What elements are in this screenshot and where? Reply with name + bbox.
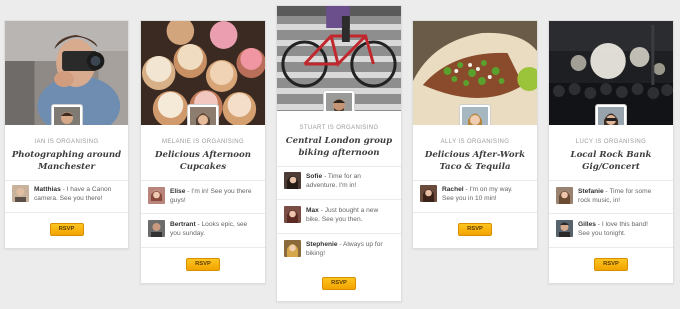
commenter-avatar[interactable] — [284, 240, 301, 257]
divider — [549, 247, 673, 248]
commenter-avatar[interactable] — [420, 185, 437, 202]
commenter-name: Gilles — [578, 221, 596, 228]
event-photo-tacos — [413, 21, 537, 125]
event-title[interactable]: Central London group biking afternoon — [277, 136, 401, 159]
divider — [5, 212, 128, 213]
event-photo-cupcakes — [141, 21, 265, 125]
commenter-avatar[interactable] — [148, 187, 165, 204]
commenter-avatar[interactable] — [284, 172, 301, 189]
event-title[interactable]: Delicious Afternoon Cupcakes — [141, 150, 265, 173]
commenter-name: Stephenie — [306, 241, 338, 248]
rsvp-button[interactable]: RSVP — [322, 277, 356, 290]
divider — [413, 212, 537, 213]
event-card-cupcakes[interactable]: MELANIE IS ORGANISING Delicious Afternoo… — [140, 20, 266, 284]
event-photo-concert — [549, 21, 673, 125]
commenter-name: Elise — [170, 188, 186, 195]
event-title[interactable]: Photographing around Manchester — [5, 150, 128, 173]
comment-item: Elise - I'm in! See you there guys! — [148, 187, 260, 205]
rsvp-button[interactable]: RSVP — [594, 258, 628, 271]
event-photo-bicycle — [277, 6, 401, 111]
commenter-avatar[interactable] — [12, 185, 29, 202]
comment-item: Stephenie - Always up for biking! — [284, 240, 396, 258]
commenter-name: Sofie — [306, 173, 323, 180]
event-card-photography[interactable]: IAN IS ORGANISING Photographing around M… — [4, 20, 129, 249]
divider — [141, 213, 265, 214]
commenter-name: Max — [306, 207, 319, 214]
comment-item: Stefanie - Time for some rock music, in! — [556, 187, 668, 205]
divider — [141, 180, 265, 181]
comment-item: Matthias - I have a Canon camera. See you… — [12, 185, 123, 203]
comment-item: Max - Just bought a new bike. See you the… — [284, 206, 396, 224]
comment-item: Sofie - Time for an adventure. I'm in! — [284, 172, 396, 190]
event-photo-photographer — [5, 21, 128, 125]
commenter-avatar[interactable] — [284, 206, 301, 223]
commenter-name: Rachel — [442, 186, 464, 193]
commenter-avatar[interactable] — [556, 187, 573, 204]
event-card-tacos[interactable]: ALLY IS ORGANISING Delicious After-Work … — [412, 20, 538, 249]
rsvp-button[interactable]: RSVP — [186, 258, 220, 271]
commenter-name: Bertrant — [170, 221, 196, 228]
rsvp-button[interactable]: RSVP — [458, 223, 492, 236]
comment-item: Rachel - I'm on my way. See you in 10 min… — [420, 185, 532, 203]
rsvp-button[interactable]: RSVP — [49, 223, 84, 236]
organiser-avatar[interactable] — [460, 105, 490, 125]
event-title[interactable]: Local Rock Bank Gig/Concert — [549, 150, 673, 173]
divider — [413, 180, 537, 181]
divider — [277, 233, 401, 234]
event-title[interactable]: Delicious After-Work Taco & Tequila — [413, 150, 537, 173]
commenter-avatar[interactable] — [556, 220, 573, 237]
comment-item: Gilles - I love this band! See you tonigh… — [556, 220, 668, 238]
organiser-avatar[interactable] — [324, 91, 354, 111]
divider — [549, 213, 673, 214]
commenter-avatar[interactable] — [148, 220, 165, 237]
commenter-name: Stefanie — [578, 188, 604, 195]
divider — [277, 166, 401, 167]
event-card-concert[interactable]: LUCY IS ORGANISING Local Rock Bank Gig/C… — [548, 20, 674, 284]
organiser-avatar[interactable] — [596, 105, 626, 125]
divider — [5, 180, 128, 181]
commenter-name: Matthias — [34, 186, 61, 193]
comment-item: Bertrant - Looks epic, see you sunday. — [148, 220, 260, 238]
divider — [277, 199, 401, 200]
organiser-avatar[interactable] — [51, 105, 82, 125]
divider — [549, 180, 673, 181]
event-card-biking[interactable]: STUART IS ORGANISING Central London grou… — [276, 5, 402, 302]
organiser-avatar[interactable] — [188, 105, 218, 125]
divider — [141, 247, 265, 248]
